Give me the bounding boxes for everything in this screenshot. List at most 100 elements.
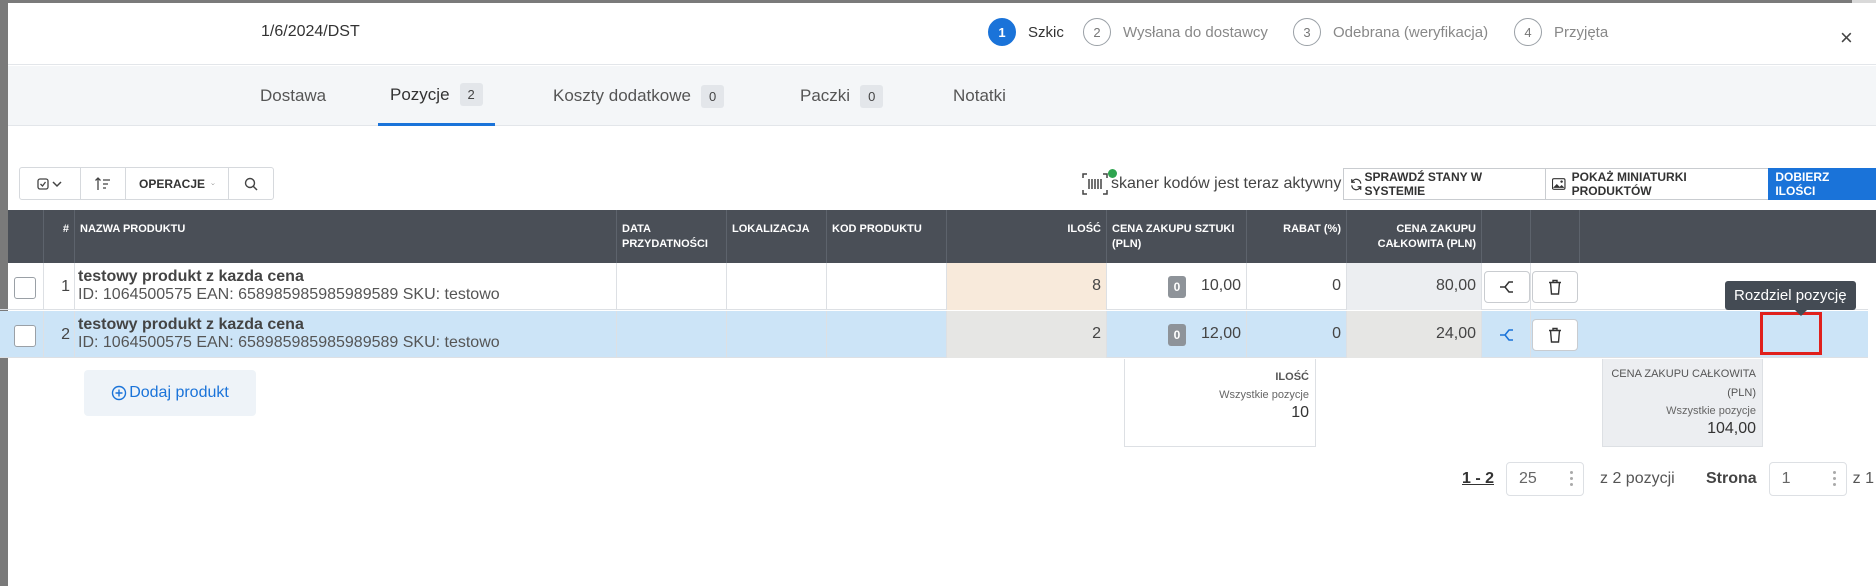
row-code-cell[interactable] bbox=[827, 311, 947, 358]
total-items-text: z 2 pozycji bbox=[1600, 470, 1675, 487]
check-stock-button[interactable]: SPRAWDŹ STANY W SYSTEMIE bbox=[1343, 168, 1547, 200]
header-name[interactable]: NAZWA PRODUKTU bbox=[75, 210, 617, 263]
product-identifiers: ID: 1064500575 EAN: 658985985985989589 S… bbox=[78, 334, 500, 351]
row-expiry-cell[interactable] bbox=[617, 263, 727, 310]
page-value: 1 bbox=[1781, 470, 1791, 487]
select-all-button[interactable] bbox=[20, 168, 81, 199]
table-row[interactable]: 2 testowy produkt z kazda cena ID: 10645… bbox=[0, 311, 1868, 358]
operations-label: OPERACJE bbox=[139, 176, 206, 191]
checkbox-icon bbox=[37, 177, 62, 190]
tab-badge: 0 bbox=[860, 84, 884, 108]
product-name[interactable]: testowy produkt z kazda cena bbox=[78, 268, 304, 286]
tab-delivery[interactable]: Dostawa bbox=[260, 66, 326, 126]
discount-value: 0 bbox=[1332, 277, 1341, 294]
tab-badge: 0 bbox=[700, 84, 725, 108]
sort-icon bbox=[95, 176, 110, 190]
header-location[interactable]: LOKALIZACJA bbox=[727, 210, 827, 263]
scanner-text: skaner kodów jest teraz aktywny bbox=[1111, 175, 1342, 192]
per-page-select[interactable]: 25 bbox=[1506, 462, 1585, 496]
row-index-cell: 2 bbox=[44, 311, 75, 358]
split-tooltip: Rozdziel pozycję bbox=[1725, 281, 1856, 316]
product-name[interactable]: testowy produkt z kazda cena bbox=[78, 316, 304, 334]
split-icon bbox=[1500, 281, 1513, 293]
header-index: # bbox=[44, 210, 75, 263]
sort-button[interactable] bbox=[81, 168, 126, 199]
header-product-code[interactable]: KOD PRODUKTU bbox=[827, 210, 947, 263]
total-value: 24,00 bbox=[1435, 325, 1476, 342]
split-button[interactable] bbox=[1484, 319, 1530, 351]
row-expiry-cell[interactable] bbox=[617, 311, 727, 358]
step-number: 2 bbox=[1083, 18, 1111, 46]
show-thumbnails-button[interactable]: POKAŻ MINIATURKI PRODUKTÓW bbox=[1545, 168, 1770, 200]
page-range: 1 - 2 bbox=[1462, 470, 1495, 487]
header-total-price[interactable]: CENA ZAKUPU CAŁKOWITA (PLN) bbox=[1347, 210, 1482, 263]
search-icon bbox=[244, 177, 258, 191]
pagination: 1 - 2 25 z 2 pozycji bbox=[1462, 462, 1675, 496]
image-icon bbox=[1552, 178, 1566, 190]
table-row[interactable]: 1 testowy produkt z kazda cena ID: 10645… bbox=[0, 263, 1868, 310]
table-actions: SPRAWDŹ STANY W SYSTEMIE POKAŻ MINIATURK… bbox=[1343, 168, 1876, 200]
summary-total-subtitle: Wszystkie pozycje bbox=[1666, 405, 1756, 417]
step-label: Wysłana do dostawcy bbox=[1123, 23, 1268, 41]
total-value: 80,00 bbox=[1435, 277, 1476, 294]
row-index: 2 bbox=[61, 326, 70, 343]
tab-label: Koszty dodatkowe bbox=[553, 86, 691, 105]
stepper-icon bbox=[1832, 471, 1836, 486]
step-sent[interactable]: 2 Wysłana do dostawcy bbox=[1083, 18, 1268, 46]
tab-bar: Dostawa Pozycje 2 Koszty dodatkowe 0 Pac… bbox=[8, 66, 1876, 126]
step-label: Odebrana (weryfikacja) bbox=[1333, 23, 1489, 41]
row-location-cell[interactable] bbox=[727, 263, 827, 310]
add-product-button[interactable]: Dodaj produkt bbox=[84, 370, 256, 416]
scanner-status: skaner kodów jest teraz aktywny bbox=[1082, 169, 1341, 199]
row-location-cell[interactable] bbox=[727, 311, 827, 358]
refresh-icon bbox=[1351, 178, 1362, 190]
table-header: # NAZWA PRODUKTU DATA PRZYDATNOŚCI LOKAL… bbox=[8, 210, 1876, 263]
summary-qty-title: ILOŚĆ bbox=[1275, 371, 1309, 383]
step-draft[interactable]: 1 Szkic bbox=[988, 18, 1064, 46]
discount-value: 0 bbox=[1332, 325, 1341, 342]
tab-positions[interactable]: Pozycje 2 bbox=[378, 66, 495, 126]
step-number: 3 bbox=[1293, 18, 1321, 46]
step-label: Szkic bbox=[1028, 23, 1064, 41]
step-accepted[interactable]: 4 Przyjęta bbox=[1514, 18, 1608, 46]
step-received[interactable]: 3 Odebrana (weryfikacja) bbox=[1293, 18, 1488, 46]
summary-total-title: CENA ZAKUPU CAŁKOWITA (PLN) bbox=[1611, 368, 1756, 399]
tab-packages[interactable]: Paczki 0 bbox=[800, 66, 884, 126]
close-icon[interactable]: × bbox=[1840, 27, 1853, 49]
row-checkbox[interactable] bbox=[14, 325, 36, 347]
unit-price-value: 12,00 bbox=[1200, 325, 1241, 342]
step-number: 1 bbox=[988, 18, 1016, 46]
step-label: Przyjęta bbox=[1554, 23, 1609, 41]
tab-badge: 2 bbox=[459, 83, 483, 106]
delete-button[interactable] bbox=[1532, 319, 1578, 351]
chevron-down-icon bbox=[211, 182, 215, 185]
document-number: 1/6/2024/DST bbox=[261, 23, 360, 40]
quantity-value: 2 bbox=[1092, 325, 1101, 342]
tab-label: Notatki bbox=[953, 86, 1006, 105]
split-icon bbox=[1500, 329, 1513, 341]
header-quantity[interactable]: ILOŚĆ bbox=[947, 210, 1107, 263]
delete-button[interactable] bbox=[1532, 271, 1578, 303]
pick-quantities-button[interactable]: DOBIERZ ILOŚCI bbox=[1768, 168, 1876, 200]
tab-extra-costs[interactable]: Koszty dodatkowe 0 bbox=[553, 66, 725, 126]
summary-qty-value: 10 bbox=[1291, 404, 1309, 421]
header-expiry[interactable]: DATA PRZYDATNOŚCI bbox=[617, 210, 727, 263]
per-page-value: 25 bbox=[1519, 470, 1537, 487]
operations-dropdown[interactable]: OPERACJE bbox=[126, 168, 229, 199]
header-select bbox=[8, 210, 44, 263]
total-pages-text: z 1 bbox=[1852, 470, 1875, 487]
row-code-cell[interactable] bbox=[827, 263, 947, 310]
header-discount[interactable]: RABAT (%) bbox=[1247, 210, 1347, 263]
search-button[interactable] bbox=[229, 168, 273, 199]
row-checkbox[interactable] bbox=[14, 277, 36, 299]
step-number: 4 bbox=[1514, 18, 1542, 46]
table-toolbar: OPERACJE bbox=[19, 167, 274, 200]
header-unit-price[interactable]: CENA ZAKUPU SZTUKI (PLN) bbox=[1107, 210, 1247, 263]
page-input[interactable]: 1 bbox=[1768, 462, 1847, 496]
header-delete bbox=[1531, 210, 1580, 263]
show-thumbnails-label: POKAŻ MINIATURKI PRODUKTÓW bbox=[1571, 170, 1687, 198]
tab-label: Dostawa bbox=[260, 86, 327, 105]
tab-notes[interactable]: Notatki bbox=[953, 66, 1006, 126]
summary-total-value: 104,00 bbox=[1707, 420, 1756, 437]
split-button[interactable] bbox=[1484, 271, 1530, 303]
